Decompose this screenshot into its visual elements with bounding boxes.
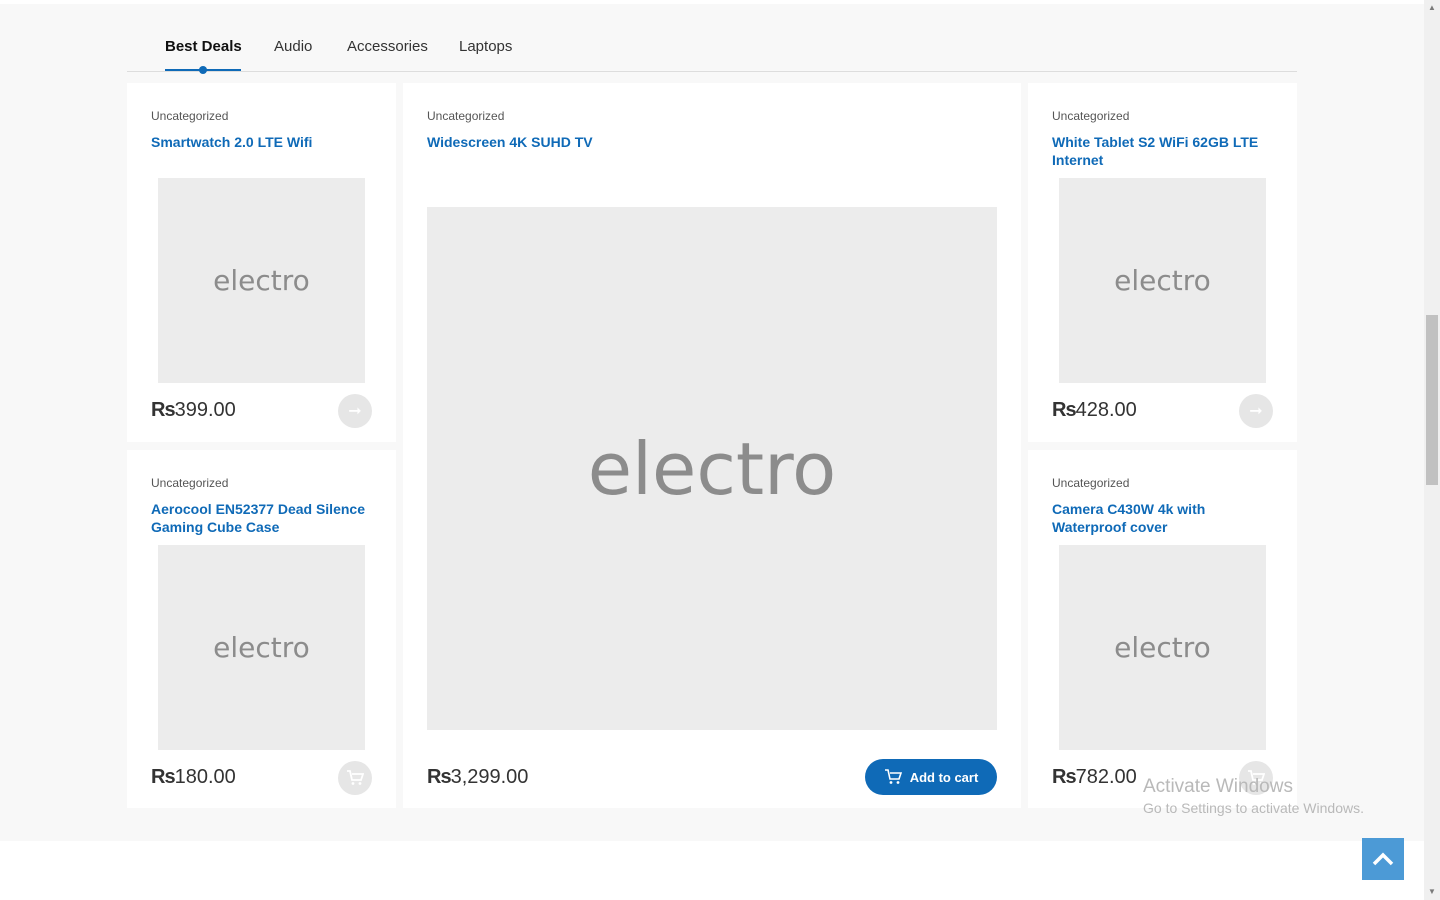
product-title[interactable]: White Tablet S2 WiFi 62GB LTE Internet: [1052, 133, 1282, 169]
scroll-down-arrow-icon[interactable]: ▼: [1426, 886, 1438, 898]
product-title[interactable]: Smartwatch 2.0 LTE Wifi: [151, 133, 381, 151]
tab-best-deals[interactable]: Best Deals: [165, 38, 242, 55]
back-to-top-button[interactable]: [1362, 838, 1404, 880]
watermark-line-2: Go to Settings to activate Windows.: [1143, 800, 1364, 816]
tab-laptops[interactable]: Laptops: [459, 38, 512, 55]
product-image[interactable]: electro: [158, 545, 365, 750]
product-image-placeholder-text: electro: [1114, 631, 1211, 664]
arrow-right-icon: ➞: [348, 403, 362, 420]
product-image-placeholder-text: electro: [587, 426, 837, 511]
windows-activation-watermark: Activate Windows Go to Settings to activ…: [1143, 776, 1364, 816]
price-currency: Rs: [151, 399, 176, 421]
price-amount: 399.00: [174, 399, 236, 421]
product-tabs: Best Deals Audio Accessories Laptops: [127, 30, 1297, 74]
product-price: Rs3,299.00: [427, 766, 528, 789]
product-image-placeholder-text: electro: [213, 264, 310, 297]
product-title[interactable]: Widescreen 4K SUHD TV: [427, 133, 987, 151]
product-category[interactable]: Uncategorized: [427, 109, 504, 123]
product-card[interactable]: Uncategorized Aerocool EN52377 Dead Sile…: [127, 450, 396, 808]
product-price: Rs399.00: [151, 399, 236, 422]
price-amount: 782.00: [1075, 766, 1137, 788]
tab-audio[interactable]: Audio: [274, 38, 312, 55]
price-currency: Rs: [1052, 766, 1077, 788]
view-product-button[interactable]: ➞: [338, 394, 372, 428]
product-category[interactable]: Uncategorized: [1052, 476, 1129, 490]
product-title[interactable]: Aerocool EN52377 Dead Silence Gaming Cub…: [151, 500, 381, 536]
price-amount: 428.00: [1075, 399, 1137, 421]
featured-product-card[interactable]: Uncategorized Widescreen 4K SUHD TV elec…: [403, 83, 1021, 808]
cart-icon: [347, 770, 364, 785]
scroll-up-arrow-icon[interactable]: ▲: [1426, 2, 1438, 14]
product-image[interactable]: electro: [1059, 178, 1266, 383]
add-to-cart-button[interactable]: [338, 761, 372, 795]
deals-section: Best Deals Audio Accessories Laptops Unc…: [0, 4, 1424, 841]
product-card[interactable]: Uncategorized Camera C430W 4k with Water…: [1028, 450, 1297, 808]
product-image-placeholder-text: electro: [1114, 264, 1211, 297]
page: Best Deals Audio Accessories Laptops Unc…: [0, 0, 1424, 900]
product-image[interactable]: electro: [158, 178, 365, 383]
product-image[interactable]: electro: [427, 207, 997, 730]
tab-accessories[interactable]: Accessories: [347, 38, 428, 55]
product-card[interactable]: Uncategorized Smartwatch 2.0 LTE Wifi el…: [127, 83, 396, 442]
product-category[interactable]: Uncategorized: [151, 109, 228, 123]
view-product-button[interactable]: ➞: [1239, 394, 1273, 428]
product-price: Rs428.00: [1052, 399, 1137, 422]
price-amount: 180.00: [174, 766, 236, 788]
product-price: Rs180.00: [151, 766, 236, 789]
watermark-line-1: Activate Windows: [1143, 776, 1293, 797]
price-currency: Rs: [427, 766, 452, 788]
price-amount: 3,299.00: [450, 766, 529, 788]
product-image-placeholder-text: electro: [213, 631, 310, 664]
active-tab-dot: [199, 66, 207, 74]
product-image[interactable]: electro: [1059, 545, 1266, 750]
price-currency: Rs: [1052, 399, 1077, 421]
product-price: Rs782.00: [1052, 766, 1137, 789]
product-card[interactable]: Uncategorized White Tablet S2 WiFi 62GB …: [1028, 83, 1297, 442]
add-to-cart-label: Add to cart: [909, 769, 979, 785]
add-to-cart-button[interactable]: Add to cart: [865, 759, 997, 795]
product-title[interactable]: Camera C430W 4k with Waterproof cover: [1052, 500, 1282, 536]
cart-icon: [884, 769, 902, 784]
price-currency: Rs: [151, 766, 176, 788]
scrollbar-thumb[interactable]: [1426, 315, 1438, 485]
arrow-right-icon: ➞: [1249, 403, 1263, 420]
chevron-up-icon: [1372, 852, 1394, 866]
product-category[interactable]: Uncategorized: [1052, 109, 1129, 123]
product-category[interactable]: Uncategorized: [151, 476, 228, 490]
